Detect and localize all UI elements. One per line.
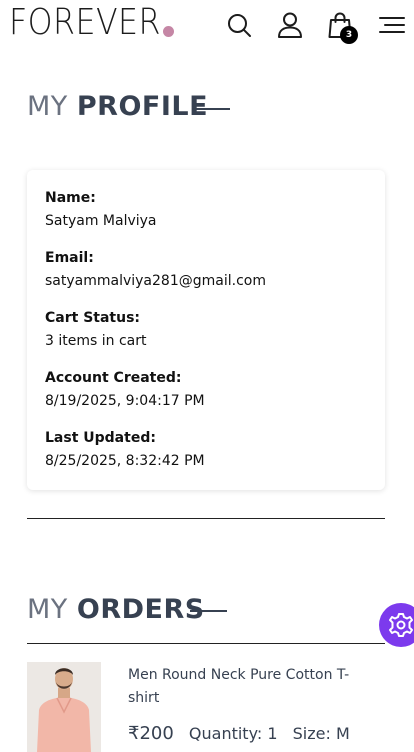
gear-icon — [389, 613, 413, 637]
product-image — [27, 662, 101, 752]
cart-status-label: Cart Status: — [45, 310, 141, 326]
profile-title-line — [192, 108, 230, 110]
profile-title-light: MY — [27, 91, 68, 122]
order-price: ₹200 — [128, 723, 174, 744]
profile-title: MY PROFILE — [27, 91, 208, 122]
last-updated-label: Last Updated: — [45, 430, 156, 446]
orders-title-line — [190, 610, 227, 612]
name-label: Name: — [45, 190, 96, 206]
user-icon[interactable] — [276, 11, 304, 39]
search-icon[interactable] — [225, 11, 253, 39]
menu-icon[interactable] — [378, 11, 406, 39]
account-created-value: 8/19/2025, 9:04:17 PM — [45, 393, 205, 409]
order-details: ₹200 Quantity: 1 Size: M — [128, 723, 350, 744]
order-size: Size: M — [292, 724, 350, 743]
cart-count-badge: 3 — [340, 26, 358, 44]
orders-divider — [27, 643, 385, 644]
order-quantity: Quantity: 1 — [188, 724, 278, 743]
section-divider — [27, 518, 385, 519]
email-value: satyammalviya281@gmail.com — [45, 273, 266, 289]
order-product-name: Men Round Neck Pure Cotton T-shirt — [128, 667, 350, 706]
settings-floating-button[interactable] — [379, 603, 414, 647]
profile-card: Name: Satyam Malviya Email: satyammalviy… — [27, 170, 385, 490]
name-value: Satyam Malviya — [45, 213, 157, 229]
logo-dot — [163, 26, 174, 37]
orders-title: MY ORDERS — [27, 594, 205, 625]
orders-title-bold: ORDERS — [76, 594, 205, 625]
orders-title-light: MY — [27, 594, 68, 625]
profile-title-bold: PROFILE — [76, 91, 209, 122]
cart-status-value: 3 items in cart — [45, 333, 147, 349]
product-photo — [27, 662, 101, 752]
last-updated-value: 8/25/2025, 8:32:42 PM — [45, 453, 205, 469]
email-label: Email: — [45, 250, 94, 266]
logo[interactable]: FOREVER — [9, 2, 161, 43]
account-created-label: Account Created: — [45, 370, 182, 386]
navbar: FOREVER 3 — [0, 0, 414, 50]
